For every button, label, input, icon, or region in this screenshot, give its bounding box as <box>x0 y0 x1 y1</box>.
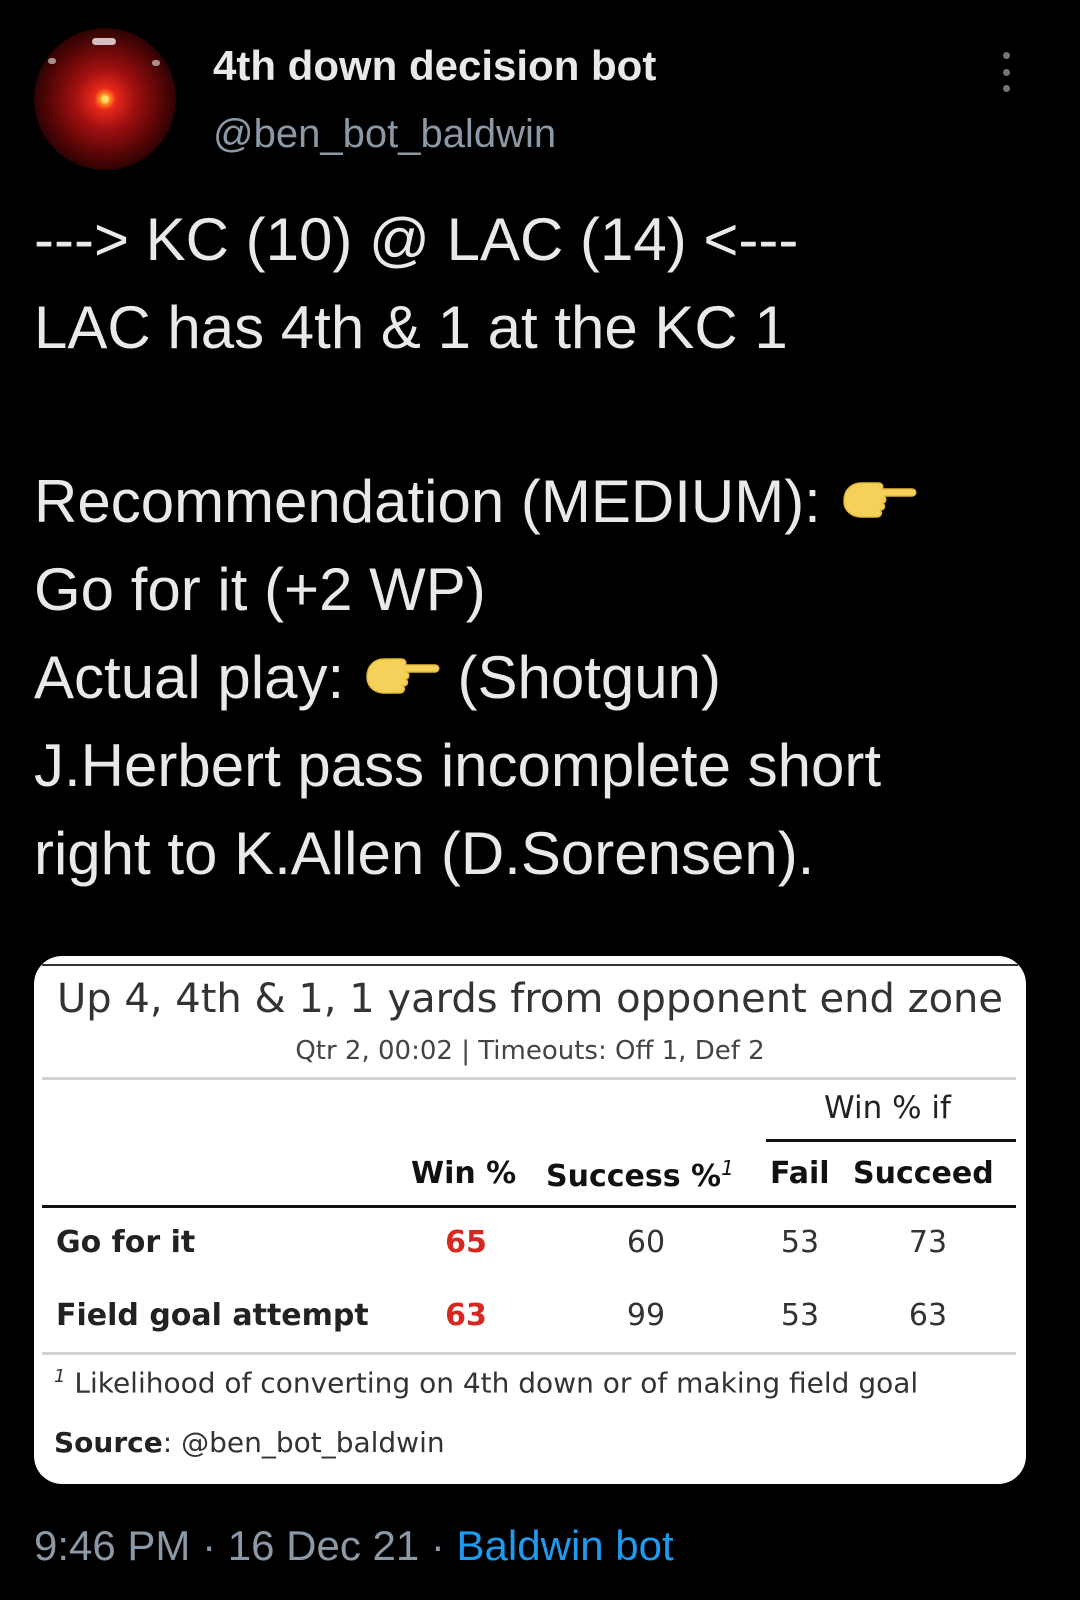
table-subtitle: Qtr 2, 00:02 | Timeouts: Off 1, Def 2 <box>295 1036 765 1066</box>
column-header-fail: Fail <box>770 1156 830 1191</box>
row-label: Go for it <box>56 1225 196 1260</box>
tweet-line: right to K.Allen (D.Sorensen). <box>34 820 815 887</box>
success-value: 60 <box>626 1225 666 1260</box>
table-divider <box>42 1077 1016 1080</box>
footnote-text: Likelihood of converting on 4th down or … <box>74 1366 919 1400</box>
tweet-line-text: Recommendation (MEDIUM): <box>34 468 821 535</box>
success-value: 99 <box>626 1298 666 1333</box>
tweet-time[interactable]: 9:46 PM <box>34 1522 190 1569</box>
attached-image-card[interactable]: Up 4, 4th & 1, 1 yards from opponent end… <box>34 956 1026 1484</box>
tweet-line-text: Actual play: <box>34 644 345 711</box>
footnote-marker: 1 <box>721 1156 734 1180</box>
fail-value: 53 <box>780 1298 820 1333</box>
author-display-name[interactable]: 4th down decision bot <box>213 42 656 90</box>
source-value: : @ben_bot_baldwin <box>162 1426 445 1459</box>
table-footnote: 1 Likelihood of converting on 4th down o… <box>54 1366 918 1399</box>
pointing-hand-right-icon <box>361 633 441 721</box>
table-title: Up 4, 4th & 1, 1 yards from opponent end… <box>56 976 1003 1022</box>
column-header-succeed: Succeed <box>853 1156 994 1191</box>
more-options-icon[interactable] <box>998 52 1014 92</box>
avatar-highlight <box>48 58 56 64</box>
win-value: 63 <box>445 1298 487 1333</box>
spanner-rule <box>766 1139 1016 1142</box>
column-spanner: Win % if <box>824 1090 951 1126</box>
table-source: Source: @ben_bot_baldwin <box>54 1426 445 1459</box>
column-header-success: Success %1 <box>546 1156 734 1194</box>
tweet-line: LAC has 4th & 1 at the KC 1 <box>34 294 788 361</box>
pointing-hand-right-icon <box>838 457 918 545</box>
tweet-line: Go for it (+2 WP) <box>34 556 486 623</box>
succeed-value: 73 <box>908 1225 948 1260</box>
source-label: Source <box>54 1426 163 1459</box>
tweet-text: ---> KC (10) @ LAC (14) <--- LAC has 4th… <box>34 196 1054 898</box>
tweet-line: J.Herbert pass incomplete short <box>34 732 882 799</box>
header-rule <box>42 1205 1016 1208</box>
row-label: Field goal attempt <box>56 1298 369 1333</box>
meta-separator: · <box>419 1522 457 1569</box>
author-handle[interactable]: @ben_bot_baldwin <box>213 112 556 157</box>
column-header-success-text: Success % <box>546 1159 722 1194</box>
tweet-metadata: 9:46 PM · 16 Dec 21 · Baldwin bot <box>34 1522 674 1570</box>
footnote-marker: 1 <box>54 1366 66 1387</box>
avatar-highlight <box>152 60 160 66</box>
table-divider <box>42 1352 1016 1355</box>
author-avatar[interactable] <box>34 28 176 170</box>
meta-separator: · <box>190 1522 228 1569</box>
tweet-line: ---> KC (10) @ LAC (14) <--- <box>34 206 799 273</box>
tweet-line: Recommendation (MEDIUM): <box>34 458 1054 546</box>
fail-value: 53 <box>780 1225 820 1260</box>
card-top-rule <box>42 964 1018 966</box>
column-header-win: Win % <box>411 1156 517 1191</box>
win-value: 65 <box>445 1225 487 1260</box>
tweet-date[interactable]: 16 Dec 21 <box>228 1522 419 1569</box>
avatar-highlight <box>92 38 116 45</box>
succeed-value: 63 <box>908 1298 948 1333</box>
source-app-link[interactable]: Baldwin bot <box>457 1522 674 1569</box>
tweet-line-text: (Shotgun) <box>457 644 722 711</box>
tweet-line: Actual play: (Shotgun) <box>34 634 1054 722</box>
